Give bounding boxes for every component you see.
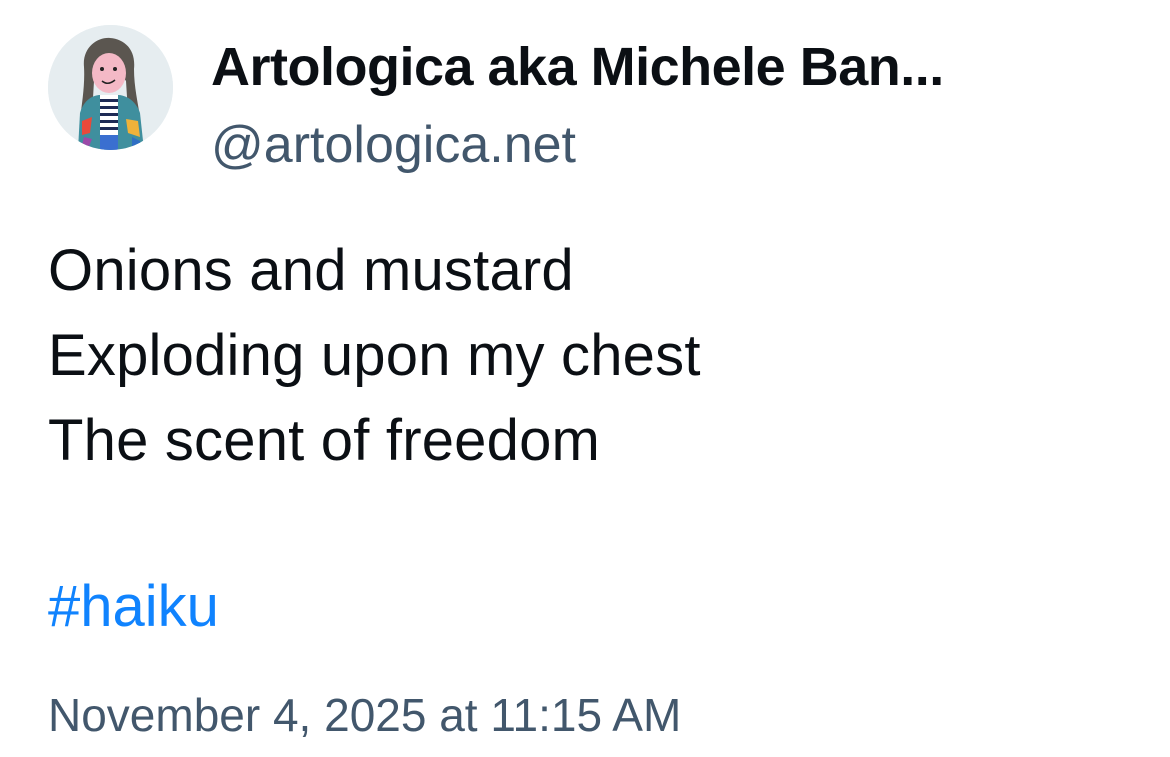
post-text: Onions and mustard Exploding upon my che… xyxy=(48,228,701,483)
post-text-line: The scent of freedom xyxy=(48,408,601,473)
post-text-line: Onions and mustard xyxy=(48,238,574,303)
post-card: Artologica aka Michele Ban... @artologic… xyxy=(0,0,1170,757)
author-avatar[interactable] xyxy=(48,25,173,150)
post-timestamp[interactable]: November 4, 2025 at 11:15 AM xyxy=(48,680,681,750)
avatar-drawing-person-icon xyxy=(48,25,173,150)
hashtag-link[interactable]: #haiku xyxy=(48,567,219,647)
author-display-name[interactable]: Artologica aka Michele Ban... xyxy=(211,32,944,102)
author-handle[interactable]: @artologica.net xyxy=(211,110,576,180)
post-text-line: Exploding upon my chest xyxy=(48,323,701,388)
